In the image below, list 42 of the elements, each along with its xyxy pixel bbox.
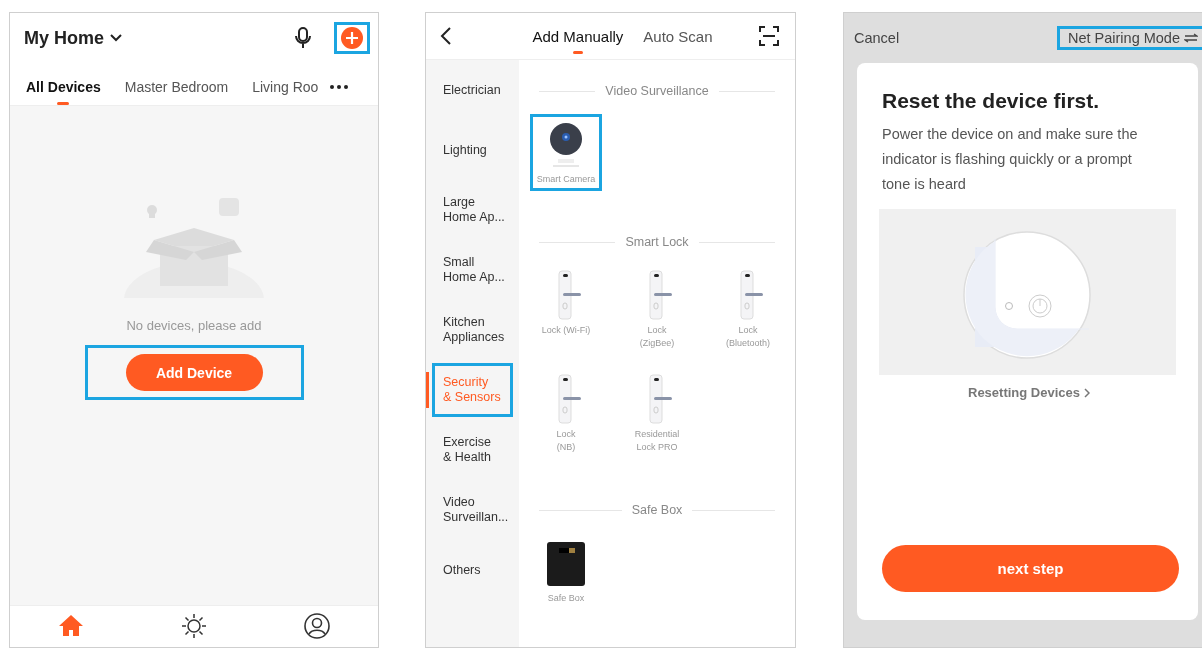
selection-indicator — [426, 372, 429, 408]
category-item[interactable]: Lighting — [432, 123, 513, 177]
pairing-mode-label[interactable]: Net Pairing Mode — [1067, 30, 1180, 46]
category-item[interactable]: Others — [432, 543, 513, 597]
room-tab[interactable]: Living Roo — [252, 79, 319, 105]
empty-message: No devices, please add — [126, 318, 262, 333]
home-icon[interactable] — [58, 613, 85, 637]
profile-icon[interactable] — [303, 613, 330, 639]
add-icon[interactable] — [340, 26, 364, 50]
chevron-down-icon[interactable] — [110, 34, 122, 42]
sun-icon[interactable] — [181, 613, 207, 639]
more-icon[interactable] — [330, 85, 349, 89]
category-item[interactable]: Video Surveillan... — [432, 483, 513, 537]
cancel-link[interactable]: Cancel — [854, 30, 900, 46]
category-item[interactable]: Small Home Ap... — [432, 243, 513, 297]
swap-icon[interactable] — [1184, 33, 1198, 43]
section-heading: Video Surveillance — [519, 76, 795, 106]
home-title[interactable]: My Home — [24, 27, 104, 49]
room-tab[interactable]: All Devices — [26, 79, 101, 105]
step-title: Reset the device first. — [882, 89, 1101, 113]
category-item[interactable]: Exercise & Health — [432, 423, 513, 477]
room-tab[interactable]: Master Bedroom — [124, 79, 229, 105]
scan-icon[interactable] — [759, 26, 779, 46]
pairing-mode-link[interactable]: Net Pairing Mode — [1056, 26, 1202, 50]
device-name: Lock (NB) — [556, 428, 576, 454]
microphone-icon[interactable] — [294, 27, 312, 49]
category-item[interactable]: Large Home Ap... — [432, 183, 513, 237]
device-name: Smart Camera — [536, 173, 596, 186]
device-name: Lock (ZigBee) — [639, 324, 675, 350]
tab[interactable]: Auto Scan — [643, 28, 713, 54]
section-heading: Smart Lock — [519, 227, 795, 257]
back-icon[interactable] — [440, 26, 452, 46]
device-name: Lock (Wi-Fi) — [541, 324, 591, 337]
section-heading: Safe Box — [519, 495, 795, 525]
category-item[interactable]: Kitchen Appliances — [432, 303, 513, 357]
device-name: Residential Lock PRO — [634, 428, 680, 454]
step-instructions: Power the device on and make sure the indicator is flashing quickly or a prompt tone is heard — [882, 125, 1139, 194]
category-item[interactable]: Electrician — [432, 63, 513, 117]
tab[interactable]: Add Manually — [532, 28, 624, 54]
chevron-right-icon[interactable] — [1084, 387, 1090, 398]
device-name: Lock (Bluetooth) — [726, 324, 770, 350]
device-name: Safe Box — [547, 592, 585, 605]
